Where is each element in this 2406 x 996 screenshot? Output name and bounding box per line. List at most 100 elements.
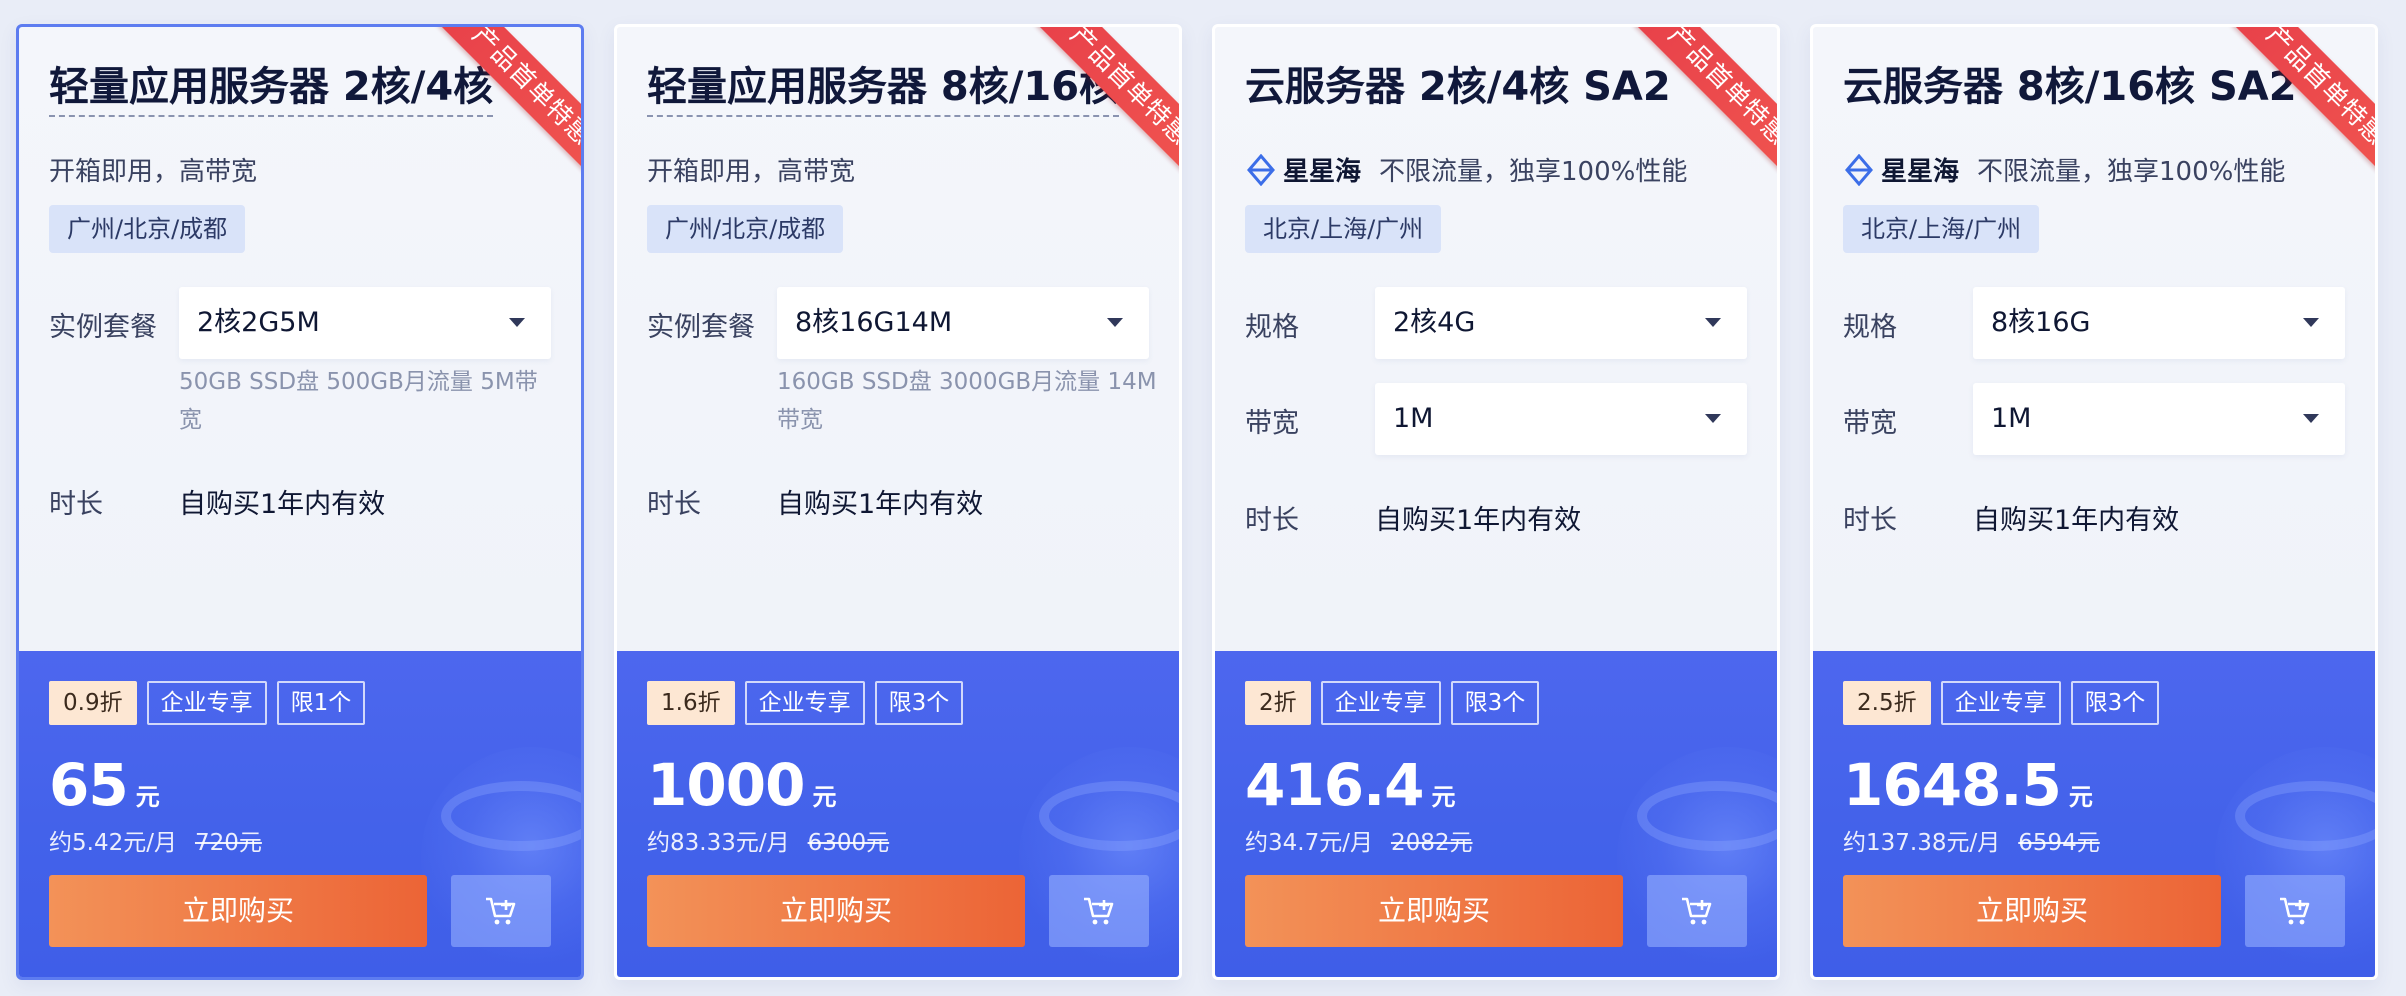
badge-row: 2折 企业专享 限3个: [1245, 681, 1540, 725]
spec-label: 规格: [1245, 312, 1299, 343]
product-card-1[interactable]: 轻量应用服务器 2核/4核 开箱即用，高带宽 广州/北京/成都 实例套餐 2核2…: [16, 24, 584, 980]
brand-name: 星星海: [1283, 157, 1362, 187]
enterprise-badge: 企业专享: [1940, 681, 2061, 725]
limit-badge: 限3个: [1450, 681, 1540, 725]
spec-select-value: 8核16G: [1991, 307, 2091, 338]
region-tag: 广州/北京/成都: [49, 205, 246, 253]
buy-now-button[interactable]: 立即购买: [1245, 875, 1623, 947]
region-tag: 广州/北京/成都: [647, 205, 844, 253]
card-price-panel: 2折 企业专享 限3个 416.4 元 约34.7元/月 2082元 立即购买: [1215, 651, 1777, 977]
discount-badge: 1.6折: [647, 681, 735, 725]
chevron-down-icon: [1705, 318, 1721, 327]
duration-value: 自购买1年内有效: [1375, 505, 1582, 536]
monthly-price: 约83.33元/月 6300元: [647, 823, 889, 857]
card-subtitle: 开箱即用，高带宽: [49, 151, 257, 188]
duration-value: 自购买1年内有效: [179, 489, 386, 520]
duration-value: 自购买1年内有效: [777, 489, 984, 520]
buy-now-button[interactable]: 立即购买: [49, 875, 427, 947]
buy-now-button[interactable]: 立即购买: [1843, 875, 2221, 947]
original-price: 6594元: [2018, 830, 2100, 856]
add-to-cart-button[interactable]: [451, 875, 551, 947]
price: 65 元: [49, 751, 160, 819]
package-label: 实例套餐: [647, 312, 755, 343]
price-amount: 65: [49, 751, 129, 819]
price-unit: 元: [1431, 783, 1456, 811]
bandwidth-select[interactable]: 1M: [1973, 383, 2345, 455]
card-price-panel: 1.6折 企业专享 限3个 1000 元 约83.33元/月 6300元 立即购买: [617, 651, 1179, 977]
card-price-panel: 0.9折 企业专享 限1个 65 元 约5.42元/月 720元 立即购买: [19, 651, 581, 977]
product-card-3[interactable]: 云服务器 2核/4核 SA2 星星海 不限流量，独享100%性能 北京/上海/广…: [1212, 24, 1780, 980]
badge-row: 2.5折 企业专享 限3个: [1843, 681, 2160, 725]
price-unit: 元: [812, 783, 837, 811]
duration-label: 时长: [647, 489, 701, 520]
package-description: 50GB SSD盘 500GB月流量 5M带宽: [179, 369, 538, 433]
discount-badge: 2折: [1245, 681, 1311, 725]
chevron-down-icon: [509, 318, 525, 327]
card-title[interactable]: 轻量应用服务器 2核/4核: [49, 61, 494, 117]
buy-now-button[interactable]: 立即购买: [647, 875, 1025, 947]
bandwidth-select[interactable]: 1M: [1375, 383, 1747, 455]
badge-row: 1.6折 企业专享 限3个: [647, 681, 964, 725]
chevron-down-icon: [1705, 414, 1721, 423]
cart-icon: [2280, 897, 2310, 925]
add-to-cart-button[interactable]: [1647, 875, 1747, 947]
duration-label: 时长: [49, 489, 103, 520]
discount-badge: 0.9折: [49, 681, 137, 725]
duration-label: 时长: [1843, 505, 1897, 536]
subtitle-text: 开箱即用，高带宽: [647, 157, 856, 187]
duration-value: 自购买1年内有效: [1973, 505, 2180, 536]
original-price: 6300元: [807, 830, 890, 856]
promo-ribbon: 产品首单特惠: [1630, 27, 1777, 174]
brand-logo: 星星海: [1245, 151, 1361, 188]
chevron-down-icon: [1107, 318, 1123, 327]
spec-label: 规格: [1843, 312, 1897, 343]
package-select-value: 2核2G5M: [197, 307, 320, 338]
card-title: 云服务器 2核/4核 SA2: [1245, 64, 1671, 110]
promo-ribbon-text: 产品首单特惠: [2232, 27, 2375, 174]
chevron-down-icon: [2303, 318, 2319, 327]
add-to-cart-button[interactable]: [2245, 875, 2345, 947]
price: 1648.5 元: [1843, 751, 2093, 819]
monthly-price: 约5.42元/月 720元: [49, 823, 262, 857]
product-card-2[interactable]: 轻量应用服务器 8核/16核 开箱即用，高带宽 广州/北京/成都 实例套餐 8核…: [614, 24, 1182, 980]
monthly-price-text: 约137.38元/月: [1843, 830, 2001, 856]
price-unit: 元: [135, 783, 160, 811]
card-price-panel: 2.5折 企业专享 限3个 1648.5 元 约137.38元/月 6594元 立即…: [1813, 651, 2375, 977]
price-amount: 1000: [647, 751, 805, 819]
spec-select-value: 2核4G: [1393, 307, 1476, 338]
spec-select[interactable]: 8核16G: [1973, 287, 2345, 359]
monthly-price-text: 约83.33元/月: [647, 830, 790, 856]
limit-badge: 限3个: [874, 681, 964, 725]
promo-ribbon: 产品首单特惠: [1032, 27, 1179, 174]
product-card-4[interactable]: 云服务器 8核/16核 SA2 星星海 不限流量，独享100%性能 北京/上海/…: [1810, 24, 2378, 980]
star-sea-icon: [1247, 153, 1275, 186]
enterprise-badge: 企业专享: [1320, 681, 1441, 725]
price-amount: 416.4: [1245, 751, 1424, 819]
package-select[interactable]: 8核16G14M: [777, 287, 1149, 359]
duration-label: 时长: [1245, 505, 1299, 536]
cart-icon: [1682, 897, 1712, 925]
bandwidth-label: 带宽: [1245, 408, 1299, 439]
promo-ribbon: 产品首单特惠: [434, 27, 581, 174]
price-amount: 1648.5: [1843, 751, 2062, 819]
monthly-price-text: 约34.7元/月: [1245, 830, 1373, 856]
bandwidth-label: 带宽: [1843, 408, 1897, 439]
bandwidth-select-value: 1M: [1393, 403, 1434, 434]
star-sea-icon: [1845, 153, 1873, 186]
region-tag: 北京/上海/广州: [1843, 205, 2040, 253]
add-to-cart-button[interactable]: [1049, 875, 1149, 947]
subtitle-text: 开箱即用，高带宽: [49, 157, 258, 187]
spec-select[interactable]: 2核4G: [1375, 287, 1747, 359]
enterprise-badge: 企业专享: [146, 681, 267, 725]
card-subtitle: 开箱即用，高带宽: [647, 151, 855, 188]
promo-ribbon-text: 产品首单特惠: [1634, 27, 1777, 174]
brand-name: 星星海: [1881, 157, 1960, 187]
discount-badge: 2.5折: [1843, 681, 1931, 725]
card-subtitle: 星星海 不限流量，独享100%性能: [1843, 151, 2285, 188]
package-description: 160GB SSD盘 3000GB月流量 14M带宽: [777, 369, 1157, 433]
price: 416.4 元: [1245, 751, 1455, 819]
package-select[interactable]: 2核2G5M: [179, 287, 551, 359]
price: 1000 元: [647, 751, 836, 819]
limit-badge: 限3个: [2070, 681, 2160, 725]
monthly-price-text: 约5.42元/月: [49, 830, 177, 856]
